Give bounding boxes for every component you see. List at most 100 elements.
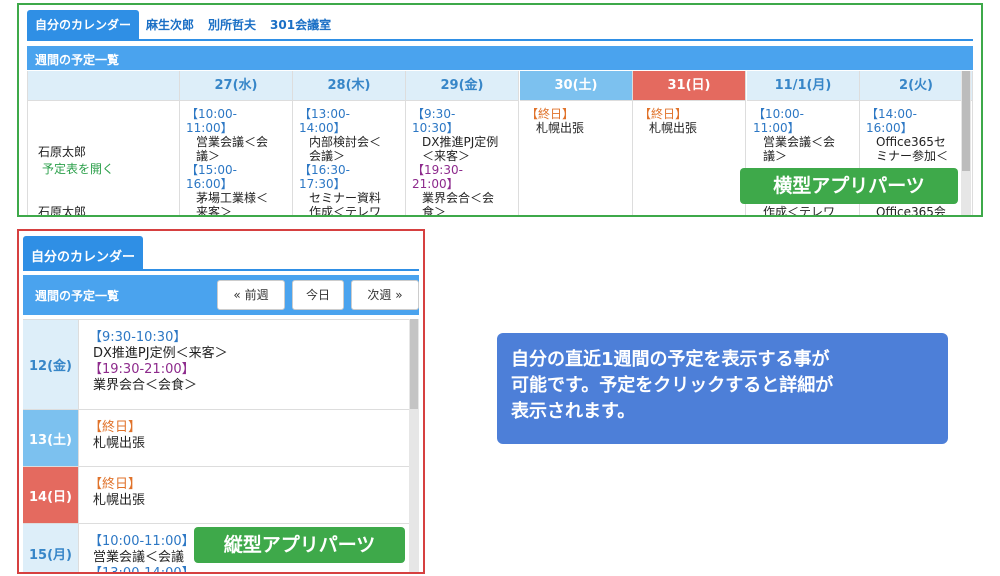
person-name-2: 石原太郎 <box>38 205 87 217</box>
day-cell[interactable]: 【9:30- 10:30】 DX推進PJ定例 ＜来客＞ 【19:30- 21:00】 業界会… <box>406 101 518 215</box>
event-time[interactable]: 【終日】 <box>89 420 145 436</box>
event-time[interactable]: 11:00】 <box>186 121 286 135</box>
event-title[interactable]: 営業会議＜会 <box>186 135 286 149</box>
day-column: 29(金) 【9:30- 10:30】 DX推進PJ定例 ＜来客＞ 【19:30- 21:0… <box>406 71 519 215</box>
event-title[interactable]: 議＞ <box>186 149 286 163</box>
event-title[interactable]: ＜来客＞ <box>412 149 512 163</box>
event-time[interactable]: 16:00】 <box>186 177 286 191</box>
description-line-1: 自分の直近1週間の予定を表示する事が <box>511 349 830 370</box>
event-time[interactable]: 17:30】 <box>299 177 399 191</box>
event-title[interactable]: Office365会 <box>866 205 966 215</box>
day-header: 2(火) <box>860 71 972 101</box>
event-time[interactable]: 【10:00-11:00】 <box>89 534 195 550</box>
day-header: 11/1(月) <box>747 71 859 101</box>
person-name: 石原太郎 <box>38 145 87 159</box>
day-column: 31(日) 【終日】 札幌出張 <box>633 71 746 215</box>
description-box: 自分の直近1週間の予定を表示する事が 可能です。予定をクリックすると詳細が 表示… <box>497 333 948 444</box>
day-row[interactable]: 14(日) 【終日】 札幌出張 <box>23 466 415 523</box>
day-label: 13(土) <box>23 410 79 466</box>
event-time[interactable]: 11:00】 <box>753 121 853 135</box>
day-column: 27(水) 【10:00- 11:00】 営業会議＜会 議＞ 【15:00- 16:00】茅… <box>180 71 293 215</box>
vertical-parts-badge: 縦型アプリパーツ <box>194 527 405 563</box>
event-title[interactable]: 作成＜テレワ <box>299 205 399 215</box>
event-time[interactable]: 【15:00- <box>186 163 286 177</box>
event-title[interactable]: 札幌出張 <box>89 436 145 452</box>
day-row[interactable]: 12(金) 【9:30-10:30】 DX推進PJ定例＜来客＞ 【19:30-21:0… <box>23 319 415 409</box>
day-cell[interactable]: 【13:00- 14:00】 内部検討会＜ 会議＞ 【16:30- 17:30】 セミナー資… <box>293 101 405 215</box>
event-title[interactable]: 営業会議＜会 <box>753 135 853 149</box>
event-title[interactable]: 内部検討会＜ <box>299 135 399 149</box>
event-title[interactable]: DX推進PJ定例＜来客＞ <box>89 346 228 362</box>
event-time[interactable]: 【13:00- <box>299 107 399 121</box>
day-events: 【終日】 札幌出張 <box>89 420 145 452</box>
event-title[interactable]: 作成＜テレワ <box>753 205 853 215</box>
event-time[interactable]: 【9:30-10:30】 <box>89 330 228 346</box>
tab-room-301[interactable]: 301会議室 <box>263 10 338 39</box>
day-label: 14(日) <box>23 467 79 523</box>
event-title[interactable]: ミナー参加＜ <box>866 149 966 163</box>
event-title[interactable]: 来客＞ <box>186 205 286 215</box>
event-time[interactable]: 【16:30- <box>299 163 399 177</box>
vertical-calendar-panel: 自分のカレンダー 週間の予定一覧 « 前週 今日 次週 » 12(金) 【9:30… <box>17 229 425 574</box>
event-title[interactable]: 業界会合＜会食＞ <box>89 378 228 394</box>
event-title[interactable]: 茅場工業様＜ <box>186 191 286 205</box>
event-time[interactable]: 【9:30- <box>412 107 512 121</box>
weekly-schedule-header: 週間の予定一覧 <box>27 46 973 70</box>
description-line-2: 可能です。予定をクリックすると詳細が <box>511 375 834 396</box>
event-time[interactable]: 【19:30-21:00】 <box>89 362 228 378</box>
day-row[interactable]: 13(土) 【終日】 札幌出張 <box>23 409 415 466</box>
event-time[interactable]: 【14:00- <box>866 107 966 121</box>
vertical-scrollbar[interactable] <box>409 319 419 572</box>
today-button[interactable]: 今日 <box>292 280 344 310</box>
event-time[interactable]: 【19:30- <box>412 163 512 177</box>
tab-underline <box>27 39 973 41</box>
tab-my-calendar[interactable]: 自分のカレンダー <box>27 10 140 39</box>
day-events: 【9:30-10:30】 DX推進PJ定例＜来客＞ 【19:30-21:00】 業界会… <box>89 330 228 394</box>
event-title[interactable]: 議＞ <box>753 149 853 163</box>
event-time[interactable]: 【終日】 <box>526 107 626 121</box>
day-label: 12(金) <box>23 320 79 409</box>
event-title[interactable]: 業界会合＜会 <box>412 191 512 205</box>
event-title[interactable]: DX推進PJ定例 <box>412 135 512 149</box>
person-column-header <box>28 71 179 101</box>
day-cell[interactable]: 【終日】 札幌出張 <box>633 101 745 141</box>
event-time[interactable]: 【終日】 <box>89 477 145 493</box>
tab-my-calendar-vertical[interactable]: 自分のカレンダー <box>23 236 143 270</box>
event-title[interactable]: 札幌出張 <box>639 121 739 135</box>
weekly-schedule-title: 週間の予定一覧 <box>35 289 120 303</box>
event-time[interactable]: 21:00】 <box>412 177 512 191</box>
calendar-tabs: 自分のカレンダー 麻生次郎 別所哲夫 301会議室 <box>27 10 338 39</box>
event-title[interactable]: セミナー資料 <box>299 191 399 205</box>
event-time[interactable]: 【10:00- <box>753 107 853 121</box>
horizontal-scrollbar[interactable] <box>961 71 971 215</box>
description-line-3: 表示されます。 <box>511 401 636 422</box>
event-time[interactable]: 16:00】 <box>866 121 966 135</box>
event-title[interactable]: 札幌出張 <box>526 121 626 135</box>
weekly-schedule-header-vertical: 週間の予定一覧 « 前週 今日 次週 » <box>23 275 419 315</box>
event-time[interactable]: 【終日】 <box>639 107 739 121</box>
next-week-button[interactable]: 次週 » <box>351 280 419 310</box>
tab-aso-jiro[interactable]: 麻生次郎 <box>139 10 201 39</box>
event-title[interactable]: Office365セ <box>866 135 966 149</box>
day-cell[interactable]: 【終日】 札幌出張 <box>520 101 632 141</box>
event-time[interactable]: 【10:00- <box>186 107 286 121</box>
day-events: 【10:00-11:00】 営業会議＜会議 【13:00-14:00】 <box>89 534 195 572</box>
event-title[interactable]: 会議＞ <box>299 149 399 163</box>
event-title[interactable]: 食＞ <box>412 205 512 215</box>
event-time[interactable]: 【13:00-14:00】 <box>89 566 195 572</box>
scrollbar-thumb[interactable] <box>962 71 970 171</box>
scrollbar-thumb-vertical[interactable] <box>410 319 418 409</box>
tab-bessho-tetsuo[interactable]: 別所哲夫 <box>201 10 263 39</box>
event-title[interactable]: 札幌出張 <box>89 493 145 509</box>
day-header: 30(土) <box>520 71 632 101</box>
day-column: 28(木) 【13:00- 14:00】 内部検討会＜ 会議＞ 【16:30- 17:30】… <box>293 71 406 215</box>
event-time[interactable]: 14:00】 <box>299 121 399 135</box>
prev-week-button[interactable]: « 前週 <box>217 280 285 310</box>
day-cell[interactable]: 【10:00- 11:00】 営業会議＜会 議＞ 【15:00- 16:00】 茅場工業様＜… <box>180 101 292 215</box>
open-schedule-link[interactable]: 予定表を開く <box>38 160 169 177</box>
event-time[interactable]: 10:30】 <box>412 121 512 135</box>
event-title[interactable]: 営業会議＜会議 <box>89 550 195 566</box>
tab-underline-vertical <box>23 269 419 271</box>
day-header: 28(木) <box>293 71 405 101</box>
person-column: 石原太郎 予定表を開く 石原太郎 <box>28 71 180 217</box>
